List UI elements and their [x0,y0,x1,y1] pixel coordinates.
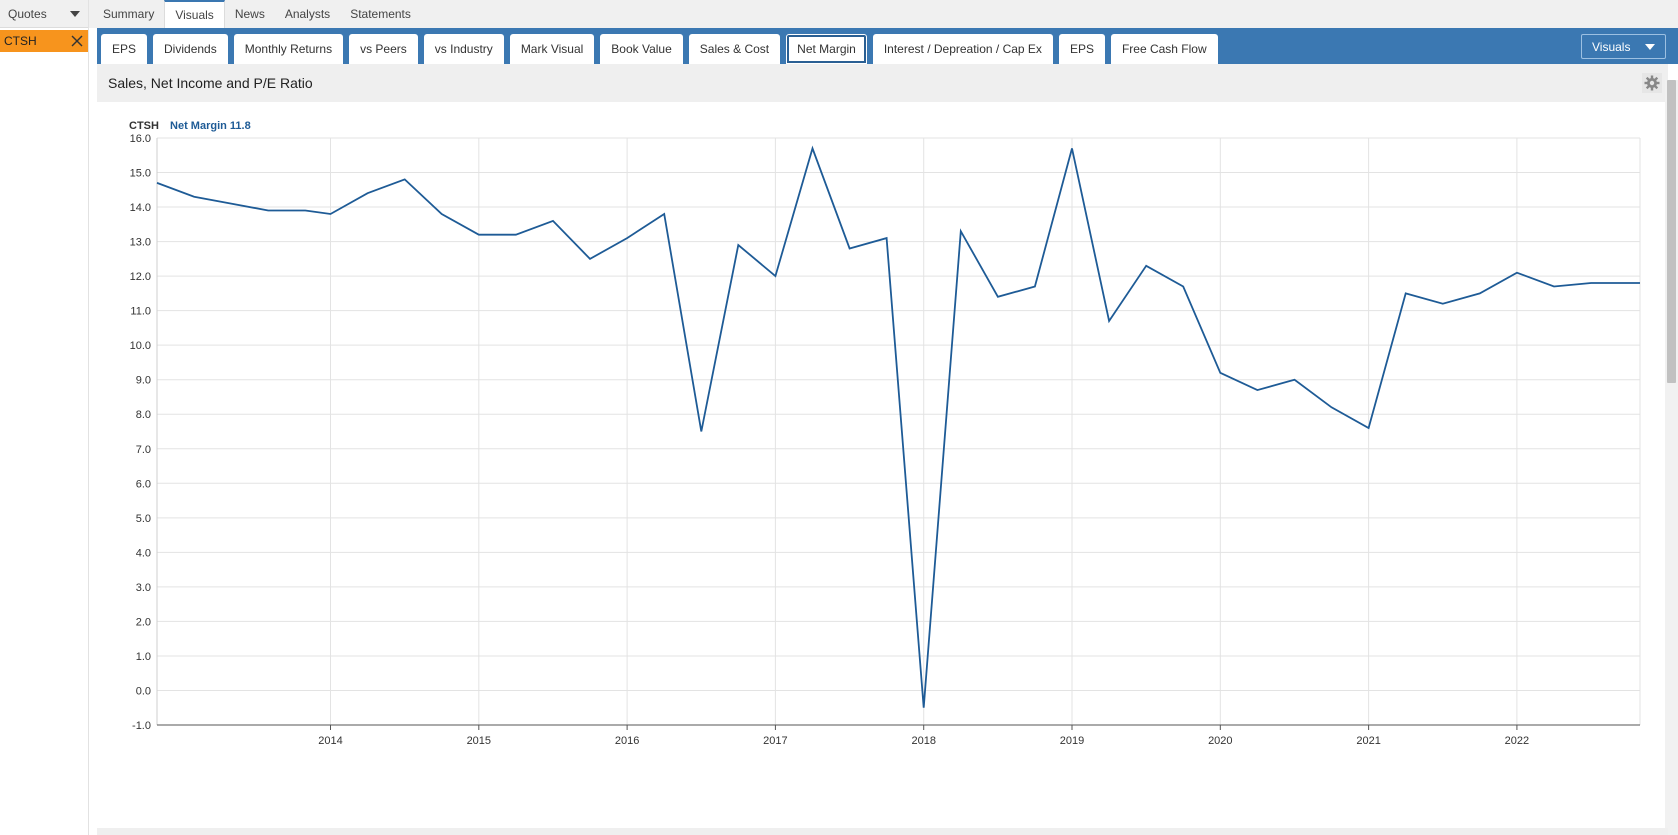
x-tick-label: 2021 [1356,735,1380,747]
x-tick-label: 2016 [615,735,639,747]
y-tick-label: 0.0 [136,685,151,697]
tab-summary[interactable]: Summary [93,0,164,28]
y-tick-label: 11.0 [130,306,151,318]
subtab-sales-cost[interactable]: Sales & Cost [688,34,781,64]
y-tick-label: 5.0 [136,513,151,525]
y-tick-label: 10.0 [130,340,151,352]
panel-title: Sales, Net Income and P/E Ratio [108,75,313,91]
y-tick-label: 14.0 [130,202,151,214]
series-line-net-margin [156,145,1640,708]
x-tick-label: 2015 [467,735,491,747]
subtab-vs-peers[interactable]: vs Peers [349,34,418,64]
chart-area: CTSH Net Margin 11.8 16.0 15.0 14.0 13.0 12.… [97,102,1668,828]
x-tick-label: 2017 [763,735,787,747]
y-tick-label: 3.0 [136,582,151,594]
ticker-item[interactable]: CTSH [0,30,88,52]
tab-visuals[interactable]: Visuals [164,0,225,28]
subtab-mark-visual[interactable]: Mark Visual [509,34,595,64]
subtab-eps[interactable]: EPS [101,34,148,64]
ticker-symbol: CTSH [4,34,37,48]
panel-footer [97,828,1668,835]
quotes-label: Quotes [8,6,47,21]
y-tick-label: 1.0 [136,651,151,663]
x-tick-label: 2014 [318,735,342,747]
gear-icon[interactable] [1642,73,1662,93]
net-margin-line-chart: 16.0 15.0 14.0 13.0 12.0 11.0 10.0 9.0 8.0 7.0 6.0… [130,133,1641,747]
y-tick-label: 16.0 [130,133,151,145]
subtab-eps-2[interactable]: EPS [1058,34,1105,64]
y-tick-label: 7.0 [136,444,151,456]
chevron-down-icon [1645,43,1655,50]
subtab-monthly-returns[interactable]: Monthly Returns [233,34,344,64]
top-tab-bar: Summary Visuals News Analysts Statements [89,0,1678,28]
x-tick-label: 2018 [911,735,935,747]
chevron-down-icon [70,10,80,17]
tab-analysts[interactable]: Analysts [275,0,340,28]
y-tick-label: 4.0 [136,547,151,559]
y-tick-label: -1.0 [132,720,151,732]
x-tick-label: 2022 [1505,735,1529,747]
visuals-dropdown-label: Visuals [1592,39,1631,54]
y-tick-label: 15.0 [130,168,151,180]
vertical-scrollbar[interactable] [1665,80,1678,835]
y-tick-label: 9.0 [136,375,151,387]
quotes-sidebar: Quotes CTSH [0,0,89,835]
y-tick-label: 8.0 [136,409,151,421]
scrollbar-thumb[interactable] [1667,80,1676,383]
subtab-dividends[interactable]: Dividends [153,34,228,64]
tab-news[interactable]: News [225,0,275,28]
x-tick-label: 2020 [1208,735,1232,747]
tab-statements[interactable]: Statements [340,0,421,28]
y-tick-label: 12.0 [130,271,151,283]
visuals-dropdown[interactable]: Visuals [1581,34,1666,59]
y-tick-label: 13.0 [130,237,151,249]
subtab-vs-industry[interactable]: vs Industry [423,34,504,64]
close-icon[interactable] [70,34,84,48]
x-tick-label: 2019 [1060,735,1084,747]
visuals-subtab-bar: EPS Dividends Monthly Returns vs Peers v… [97,28,1678,64]
quotes-dropdown[interactable]: Quotes [0,0,88,28]
subtab-interest-depreciation-capex[interactable]: Interest / Depreation / Cap Ex [872,34,1053,64]
subtab-free-cash-flow[interactable]: Free Cash Flow [1110,34,1218,64]
y-tick-label: 2.0 [136,616,151,628]
subtab-net-margin[interactable]: Net Margin [786,34,867,64]
subtab-book-value[interactable]: Book Value [600,34,683,64]
y-tick-label: 6.0 [136,478,151,490]
chart-panel-header: Sales, Net Income and P/E Ratio [97,64,1668,102]
